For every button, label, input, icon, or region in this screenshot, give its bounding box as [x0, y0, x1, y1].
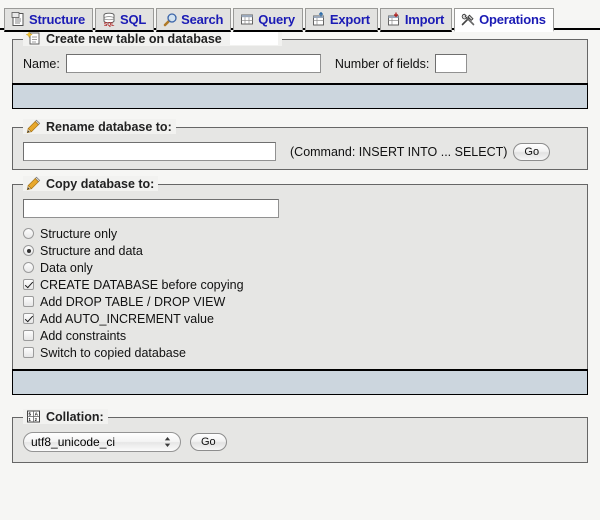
collation-legend: $ A 1 2 Collation:	[23, 409, 108, 424]
checkbox-indicator	[23, 347, 34, 358]
copy-database-footer-bar	[12, 369, 588, 395]
create-table-legend-text: Create new table on database	[46, 31, 222, 46]
tab-bar: Structure SQL SQL Search Query Export Im…	[0, 0, 600, 32]
rename-database-legend-text: Rename database to:	[46, 119, 172, 134]
tab-structure[interactable]: Structure	[4, 8, 93, 32]
radio-data-only[interactable]: Data only	[23, 259, 577, 276]
checkbox-indicator	[23, 330, 34, 341]
sql-icon: SQL	[102, 12, 117, 27]
rename-go-button[interactable]: Go	[513, 142, 551, 161]
structure-icon	[11, 12, 26, 27]
rename-database-fieldset: Rename database to: (Command: INSERT INT…	[12, 119, 588, 170]
number-of-fields-input[interactable]	[435, 54, 468, 73]
collation-legend-text: Collation:	[46, 409, 104, 424]
create-table-legend: Create new table on database	[23, 31, 282, 46]
copy-database-input-row	[23, 199, 577, 218]
copy-database-fieldset: Copy database to: Structure only Structu…	[12, 176, 588, 369]
radio-indicator	[23, 262, 34, 273]
collation-go-button[interactable]: Go	[190, 433, 227, 451]
tab-query-label: Query	[258, 12, 295, 27]
create-table-database-name	[229, 32, 278, 45]
tab-list: Structure SQL SQL Search Query Export Im…	[4, 4, 600, 32]
rename-database-row: (Command: INSERT INTO ... SELECT) Go	[23, 142, 577, 161]
checkbox-add-drop-table[interactable]: Add DROP TABLE / DROP VIEW	[23, 293, 577, 310]
checkbox-add-auto-increment-label: Add AUTO_INCREMENT value	[40, 311, 214, 326]
collation-row: utf8_unicode_ci Go	[23, 432, 577, 452]
checkbox-switch-to-copied-database[interactable]: Switch to copied database	[23, 344, 577, 361]
copy-database-legend-text: Copy database to:	[46, 176, 155, 191]
checkbox-create-database-label: CREATE DATABASE before copying	[40, 277, 244, 292]
search-icon	[163, 12, 178, 27]
operations-icon	[461, 12, 476, 27]
name-label: Name:	[23, 56, 60, 71]
collation-select[interactable]: utf8_unicode_ci	[23, 432, 181, 452]
collation-icon: $ A 1 2	[26, 409, 41, 424]
checkbox-add-constraints[interactable]: Add constraints	[23, 327, 577, 344]
tab-sql[interactable]: SQL SQL	[95, 8, 155, 32]
tab-export[interactable]: Export	[304, 8, 378, 32]
checkbox-add-drop-table-label: Add DROP TABLE / DROP VIEW	[40, 294, 226, 309]
checkbox-indicator	[23, 296, 34, 307]
checkbox-add-constraints-label: Add constraints	[40, 328, 127, 343]
create-table-row: Name: Number of fields:	[23, 54, 577, 73]
new-table-icon	[26, 31, 41, 46]
checkbox-switch-to-copied-database-label: Switch to copied database	[40, 345, 186, 360]
copy-database-legend: Copy database to:	[23, 176, 159, 191]
collation-select-wrapper: utf8_unicode_ci	[23, 432, 181, 452]
radio-data-only-label: Data only	[40, 260, 93, 275]
radio-indicator	[23, 245, 34, 256]
pencil-icon	[26, 119, 41, 134]
rename-database-legend: Rename database to:	[23, 119, 176, 134]
tab-sql-label: SQL	[120, 12, 147, 27]
checkbox-add-auto-increment[interactable]: Add AUTO_INCREMENT value	[23, 310, 577, 327]
tab-search-label: Search	[181, 12, 224, 27]
export-icon	[312, 12, 327, 27]
radio-structure-and-data[interactable]: Structure and data	[23, 242, 577, 259]
tab-operations[interactable]: Operations	[454, 8, 554, 32]
tab-operations-label: Operations	[479, 12, 546, 27]
collation-fieldset: $ A 1 2 Collation: utf8_unicode_ci Go	[12, 409, 588, 463]
table-name-input[interactable]	[65, 54, 321, 73]
tab-import[interactable]: Import	[379, 8, 453, 32]
checkbox-indicator	[23, 313, 34, 324]
radio-structure-and-data-label: Structure and data	[40, 243, 143, 258]
tab-export-label: Export	[329, 12, 370, 27]
create-table-fieldset: Create new table on database Name: Numbe…	[12, 31, 588, 83]
rename-database-input[interactable]	[23, 142, 276, 161]
checkbox-indicator	[23, 279, 34, 290]
query-icon	[240, 12, 255, 27]
number-of-fields-label: Number of fields:	[334, 56, 430, 71]
import-icon	[387, 12, 402, 27]
create-table-footer-bar	[12, 83, 588, 109]
tab-import-label: Import	[404, 12, 445, 27]
checkbox-create-database[interactable]: CREATE DATABASE before copying	[23, 276, 577, 293]
radio-indicator	[23, 228, 34, 239]
svg-text:SQL: SQL	[104, 22, 114, 27]
tab-structure-label: Structure	[29, 12, 85, 27]
copy-database-input[interactable]	[23, 199, 279, 218]
radio-structure-only[interactable]: Structure only	[23, 225, 577, 242]
svg-text:$: $	[29, 412, 32, 417]
tab-search[interactable]: Search	[156, 8, 232, 32]
tab-query[interactable]: Query	[233, 8, 303, 32]
pencil-icon	[26, 176, 41, 191]
rename-command-note: (Command: INSERT INTO ... SELECT)	[290, 144, 508, 159]
radio-structure-only-label: Structure only	[40, 226, 118, 241]
copy-options-list: Structure only Structure and data Data o…	[23, 225, 577, 361]
